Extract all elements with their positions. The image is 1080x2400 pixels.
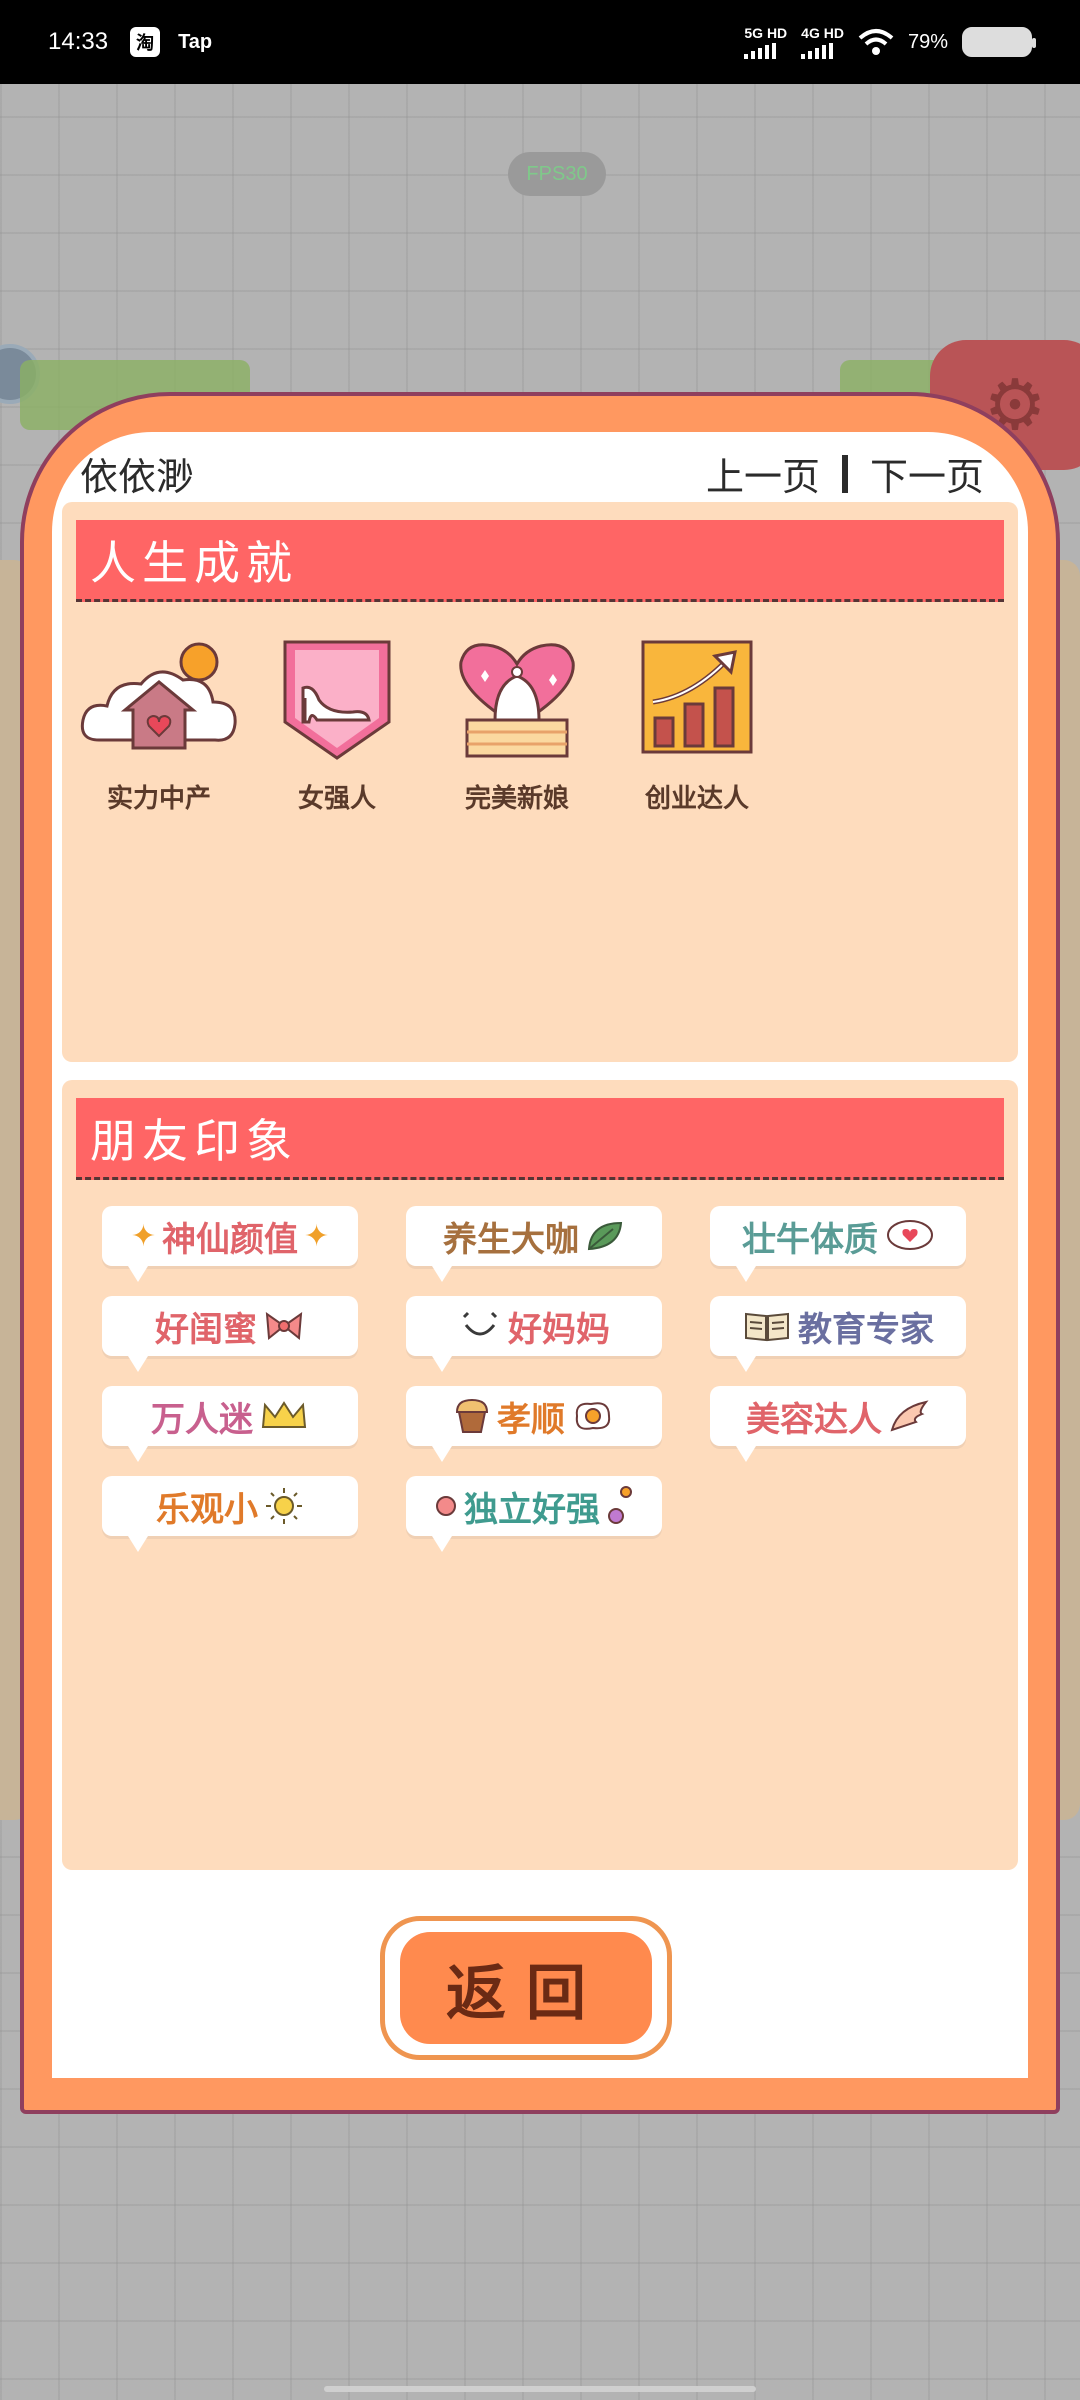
heart-bubble-icon — [884, 1218, 934, 1254]
impression-tag-label: 好闺蜜 — [155, 1309, 257, 1350]
wifi-icon — [858, 29, 894, 55]
next-page-button[interactable]: 下一页 — [870, 446, 984, 501]
crown-icon — [259, 1399, 309, 1433]
impressions-panel: 朋友印象 — [62, 1080, 1018, 1870]
impression-tag: 壮牛体质 — [710, 1206, 966, 1282]
impression-tag-label: 美容达人 — [746, 1399, 882, 1440]
impression-tag: 乐观小 — [102, 1476, 358, 1552]
impression-tag: 教育专家 — [710, 1296, 966, 1372]
tap-app-label: Tap — [178, 30, 213, 53]
achievement-item[interactable]: 创业达人 — [612, 640, 782, 815]
network-4g-label: 4G HD — [801, 24, 844, 41]
achievements-panel: 人生成就 实力中产 女强人 完美新娘 创业达人 — [62, 502, 1018, 1062]
pager: 上一页 下一页 — [706, 446, 984, 501]
home-indicator[interactable] — [324, 2386, 756, 2392]
signal-bars-icon — [801, 42, 834, 59]
network-5g: 5G HD — [744, 26, 787, 59]
impression-tag: 养生大咖 — [406, 1206, 662, 1282]
dots-icon — [606, 1484, 634, 1528]
impressions-title: 朋友印象 — [76, 1098, 1004, 1180]
impression-tag: 美容达人 — [710, 1386, 966, 1462]
achievement-label: 完美新娘 — [464, 784, 569, 814]
battery-icon — [962, 27, 1036, 57]
sparkle-icon: ✦ — [130, 1218, 156, 1254]
battery-percent: 79% — [907, 30, 948, 53]
fps-counter: FPS30 — [508, 152, 606, 196]
leaf-icon — [585, 1219, 625, 1253]
impression-tag: 独立好强 — [406, 1476, 662, 1552]
achievement-item[interactable]: 实力中产 — [74, 640, 244, 815]
impression-tag: 好妈妈 — [406, 1296, 662, 1372]
impression-tag-label: 乐观小 — [156, 1489, 258, 1530]
impression-tag-label: 神仙颜值 — [162, 1219, 298, 1260]
signal-bars-icon — [744, 42, 777, 59]
impression-tag-label: 独立好强 — [464, 1489, 600, 1530]
status-bar: 14:33 淘 Tap 5G HD 4G HD 79% — [0, 0, 1080, 84]
impression-tag: 好闺蜜 — [102, 1296, 358, 1372]
impression-tag-label: 壮牛体质 — [742, 1219, 878, 1260]
network-5g-label: 5G HD — [744, 24, 788, 41]
achievement-label: 女强人 — [297, 784, 376, 814]
wedding-cake-icon — [437, 640, 597, 760]
dot-icon — [434, 1494, 458, 1518]
achievement-label: 创业达人 — [644, 784, 749, 814]
impression-tag-label: 养生大咖 — [443, 1219, 579, 1260]
bow-icon — [263, 1308, 305, 1344]
status-indicators: 5G HD 4G HD 79% — [744, 26, 1036, 59]
status-time: 14:33 — [48, 28, 109, 55]
book-icon — [742, 1308, 792, 1344]
high-heel-icon — [257, 640, 417, 760]
muffin-icon — [453, 1398, 491, 1434]
wing-icon — [888, 1398, 930, 1434]
achievement-label: 实力中产 — [106, 784, 211, 814]
impression-tag: 孝顺 — [406, 1386, 662, 1462]
impression-tag-label: 教育专家 — [798, 1309, 934, 1350]
sun-icon — [264, 1486, 304, 1526]
impression-tag-label: 好妈妈 — [508, 1309, 610, 1350]
prev-page-button[interactable]: 上一页 — [706, 446, 820, 501]
achievements-title: 人生成就 — [76, 520, 1004, 602]
sparkle-icon: ✦ — [304, 1218, 330, 1254]
network-4g: 4G HD — [801, 26, 844, 59]
growth-chart-icon — [617, 640, 777, 760]
smile-icon — [458, 1309, 502, 1343]
impression-tag: 万人迷 — [102, 1386, 358, 1462]
impression-tag: ✦ 神仙颜值 ✦ — [102, 1206, 358, 1282]
taobao-app-icon: 淘 — [130, 27, 161, 57]
fried-egg-icon — [571, 1398, 615, 1434]
achievement-item[interactable]: 完美新娘 — [432, 640, 602, 815]
achievement-item[interactable]: 女强人 — [252, 640, 422, 815]
return-button[interactable]: 返回 — [400, 1932, 652, 2044]
pager-divider — [841, 454, 848, 493]
impression-tag-label: 万人迷 — [151, 1399, 253, 1440]
house-cloud-icon — [79, 640, 239, 760]
player-name: 依依渺 — [80, 455, 195, 499]
impression-tag-label: 孝顺 — [497, 1399, 565, 1440]
